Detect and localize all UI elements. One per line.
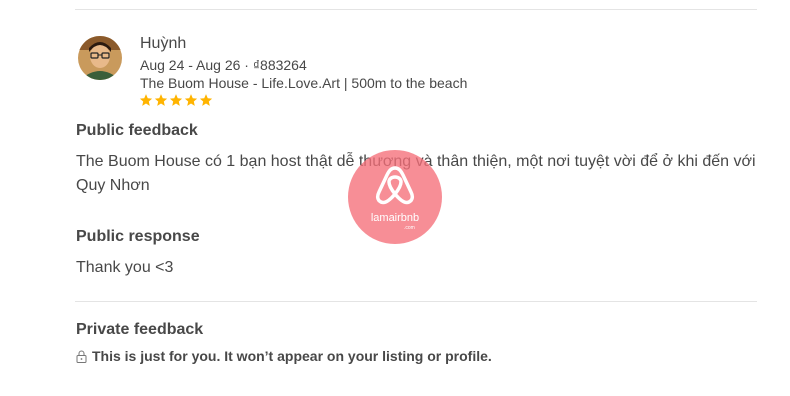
lock-icon xyxy=(76,350,87,363)
avatar-photo xyxy=(78,36,122,80)
star-icon xyxy=(184,94,198,106)
stay-info: Aug 24 - Aug 26 · ₫883264 xyxy=(140,57,307,73)
public-feedback-title: Public feedback xyxy=(76,122,198,139)
private-note-text: This is just for you. It won’t appear on… xyxy=(92,348,492,364)
airbnb-logo-icon xyxy=(375,166,415,205)
private-feedback-title: Private feedback xyxy=(76,321,204,338)
star-icon xyxy=(169,94,183,106)
listing-name[interactable]: The Buom House - Life.Love.Art | 500m to… xyxy=(140,75,467,91)
watermark-sub: .com xyxy=(404,225,415,231)
private-feedback-note: This is just for you. It won’t appear on… xyxy=(76,348,492,364)
reviewer-avatar[interactable] xyxy=(78,36,122,80)
star-icon xyxy=(139,94,153,106)
top-divider xyxy=(75,9,757,10)
public-response-text: Thank you <3 xyxy=(76,259,174,276)
watermark-badge: lamairbnb .com xyxy=(348,150,442,244)
section-divider xyxy=(75,301,757,302)
reviewer-name: Huỳnh xyxy=(140,35,187,52)
public-response-title: Public response xyxy=(76,228,200,245)
star-icon xyxy=(199,94,213,106)
star-rating xyxy=(139,93,213,107)
star-icon xyxy=(154,94,168,106)
watermark-text: lamairbnb xyxy=(370,212,420,224)
